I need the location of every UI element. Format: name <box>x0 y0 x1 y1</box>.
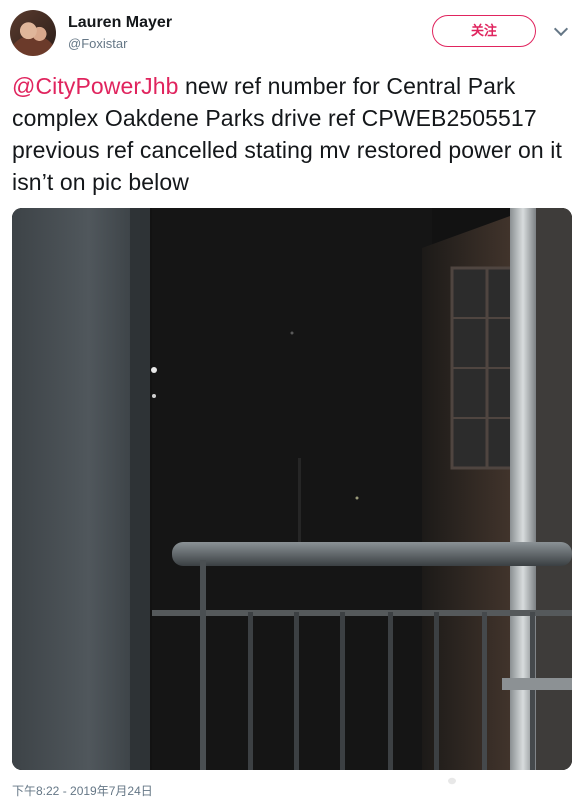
photo-balcony-night <box>12 208 572 770</box>
tweet-header: Lauren Mayer @Foxistar 关注 <box>0 0 583 60</box>
chevron-down-icon[interactable] <box>553 21 569 37</box>
watermark: malwarebenchmark <box>441 772 573 787</box>
wechat-icon <box>441 776 456 785</box>
watermark-label: malwarebenchmark <box>459 772 573 787</box>
tweet-text: @CityPowerJhb new ref number for Central… <box>12 70 574 198</box>
user-handle[interactable]: @Foxistar <box>68 36 127 51</box>
mention-link[interactable]: @CityPowerJhb <box>12 73 179 99</box>
avatar[interactable] <box>10 10 56 56</box>
tweet-photo[interactable] <box>12 208 572 770</box>
tweet-timestamp[interactable]: 下午8:22 - 2019年7月24日 <box>12 782 153 799</box>
display-name[interactable]: Lauren Mayer <box>68 14 172 32</box>
follow-button[interactable]: 关注 <box>432 15 536 47</box>
